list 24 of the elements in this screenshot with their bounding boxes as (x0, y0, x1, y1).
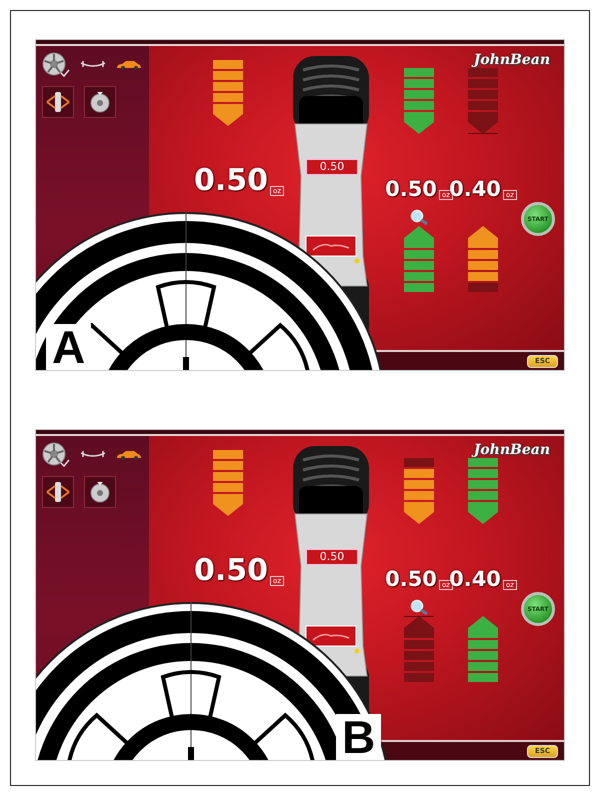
figure-label: B (336, 714, 382, 760)
wheel-rotate-icon[interactable] (84, 86, 116, 118)
brand-logo: JohnBean (474, 442, 550, 458)
tire-value: 0.50 (306, 549, 358, 566)
unlit-down-meter-segments (404, 458, 434, 467)
brand-logo: JohnBean (474, 52, 550, 68)
imbalance-value: 0.50 (385, 569, 437, 590)
imbalance-value: 0.50 (194, 166, 268, 196)
unlit-up-meter-segments (404, 616, 434, 682)
wheel-check-icon[interactable] (42, 442, 70, 468)
imbalance-value: 0.50 (194, 556, 268, 586)
car-icon[interactable] (116, 59, 142, 71)
wheel-rotate-icon[interactable] (84, 476, 116, 508)
clamp-tool-icon[interactable] (42, 86, 74, 118)
search-icon[interactable] (410, 599, 428, 615)
car-icon[interactable] (116, 449, 142, 461)
tire-value: 0.50 (306, 159, 358, 176)
unlit-up-meter-segments (468, 283, 498, 292)
unlit-down-meter-segments (468, 68, 498, 134)
search-icon[interactable] (410, 209, 428, 225)
clamp-tool-icon[interactable] (42, 476, 74, 508)
figure-label: A (46, 324, 92, 370)
wheel-check-icon[interactable] (42, 52, 70, 78)
imbalance-value: 0.50 (385, 179, 437, 200)
